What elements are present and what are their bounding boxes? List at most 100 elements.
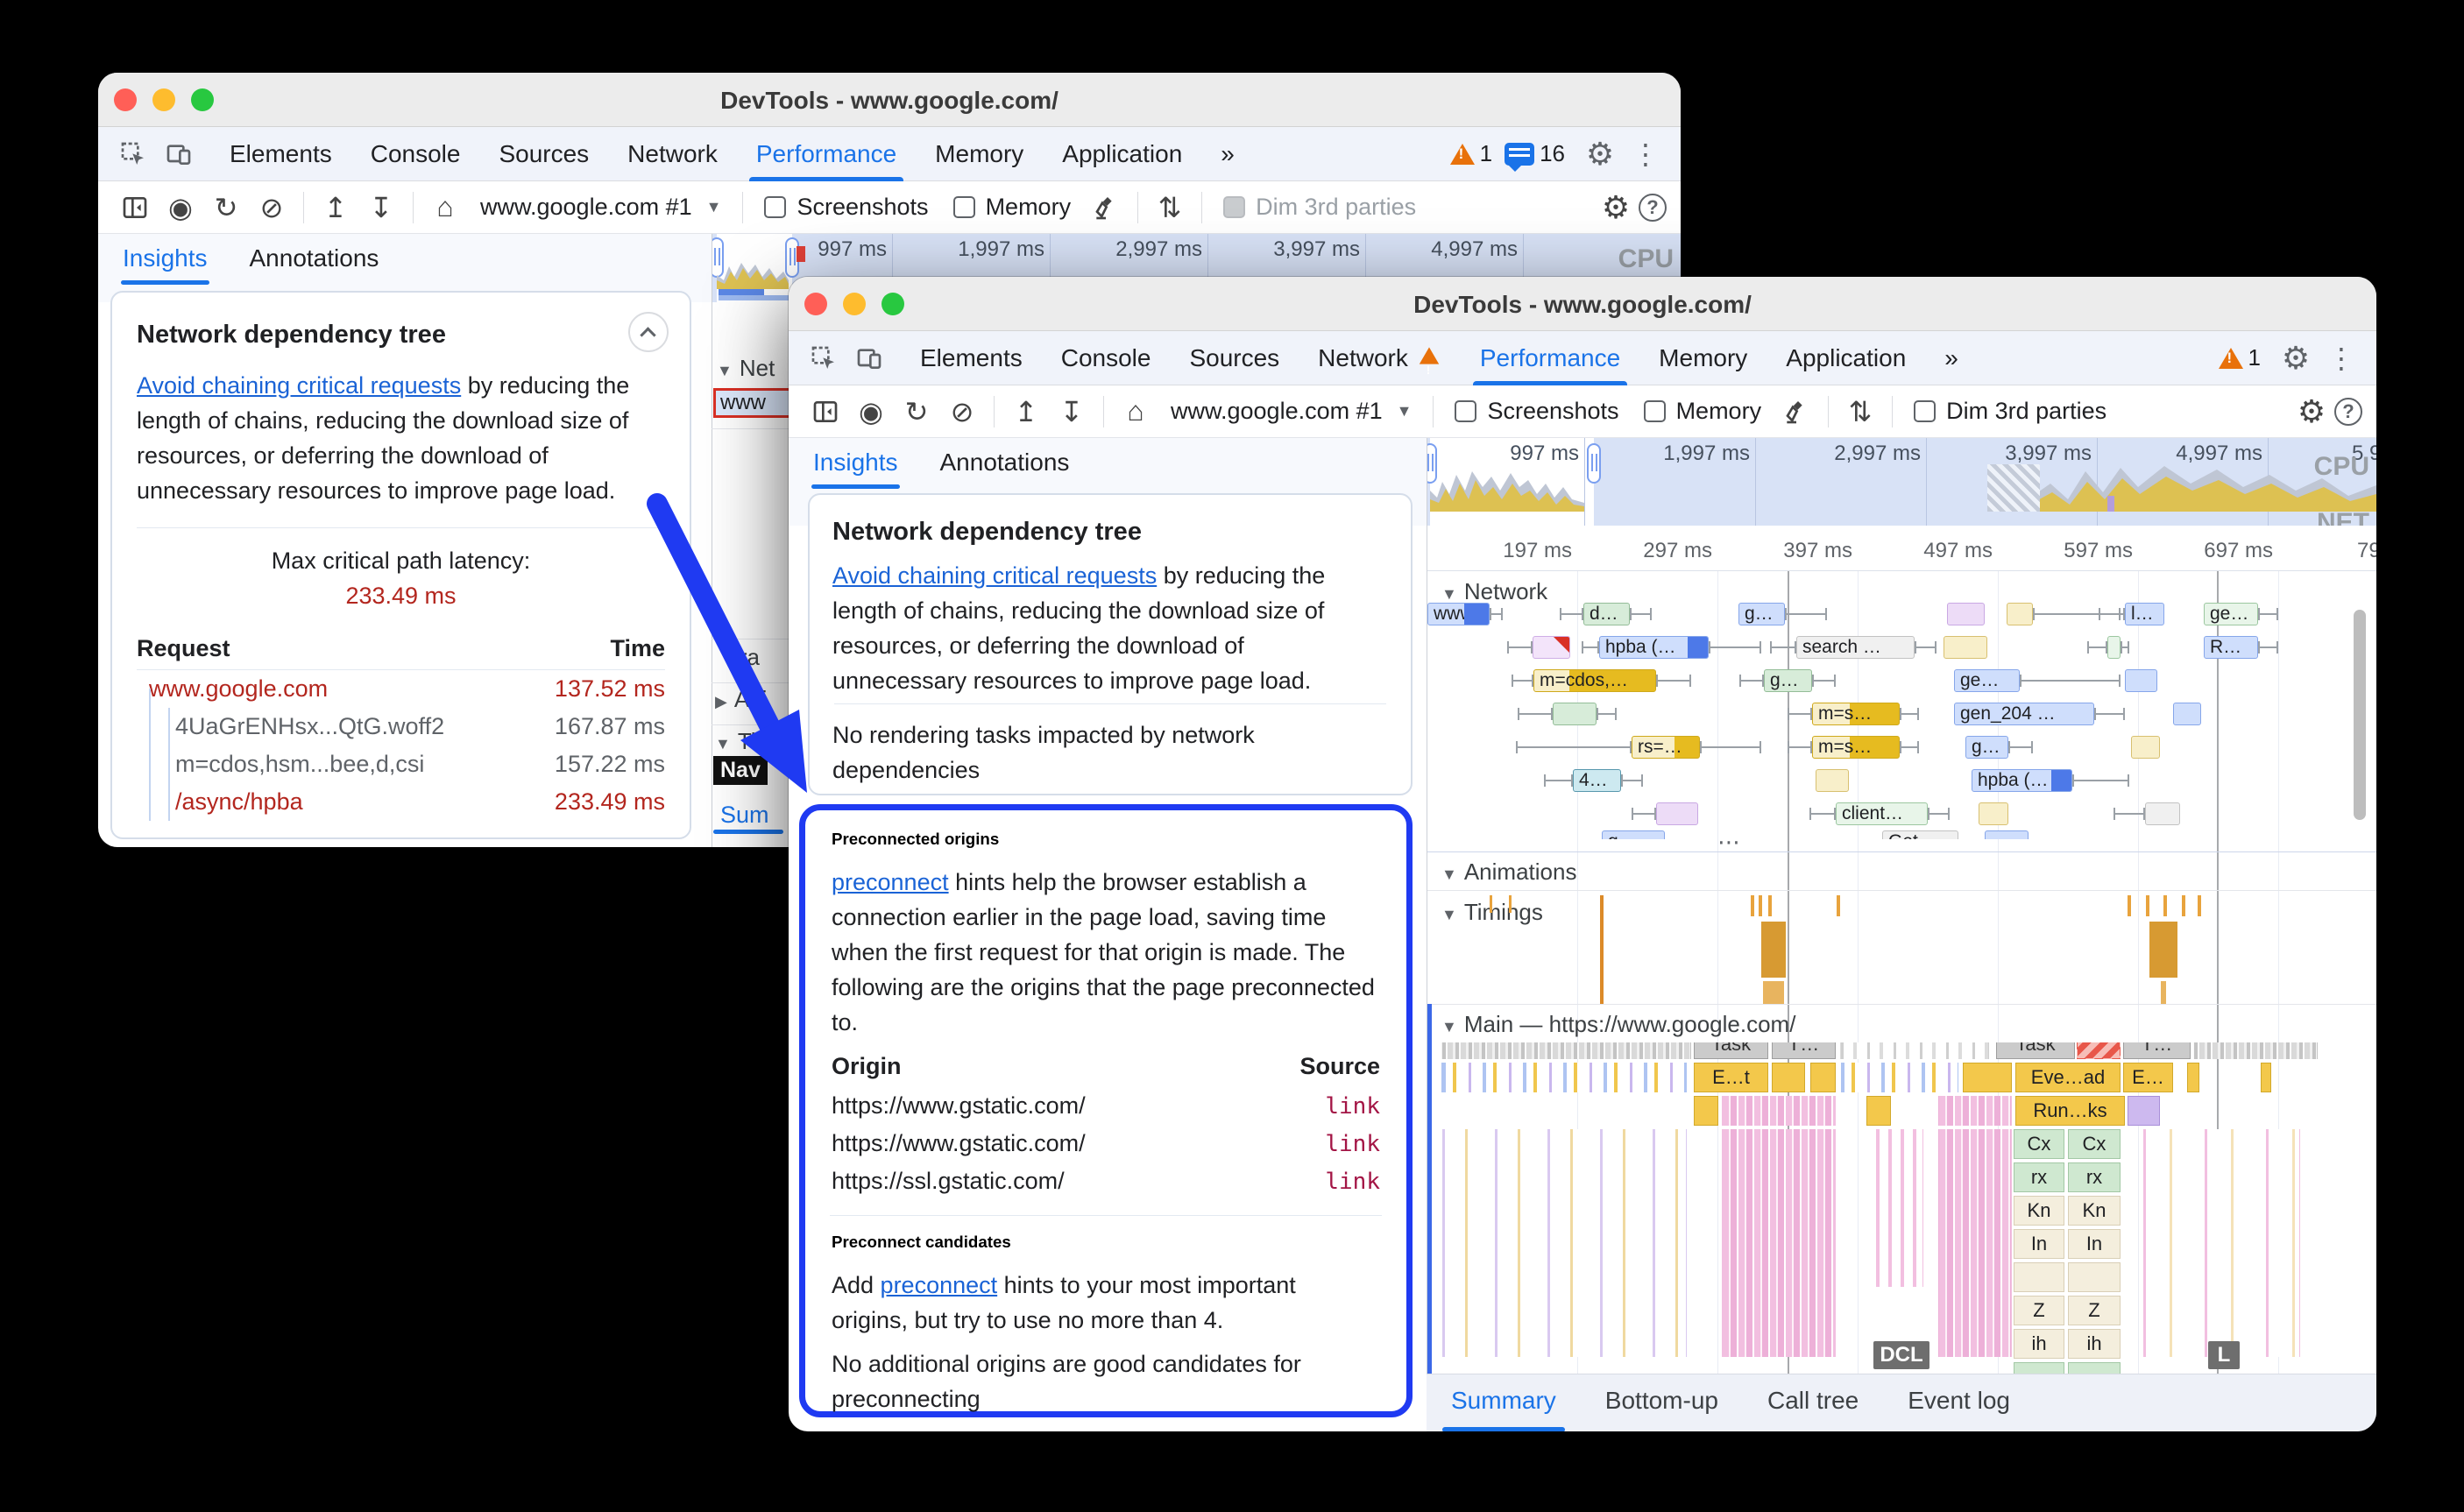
network-request-bar[interactable] <box>1533 636 1570 659</box>
main-flame-chart[interactable]: TaskT…TaskT…E…tEve…adE…Run…ksCxCxrxrxKnK… <box>1427 1042 2375 1375</box>
network-request-bar[interactable] <box>2131 736 2160 759</box>
kebab-menu-icon[interactable]: ⋮ <box>1626 135 1665 173</box>
network-track[interactable]: www.g…d…g…l…ge…hpba (…search …R…m=cdos,…… <box>1427 571 2375 839</box>
flame-block[interactable]: In <box>2014 1229 2064 1259</box>
bottom-tab-summary[interactable]: Summary <box>1448 1374 1560 1432</box>
sidebar-tab-insights[interactable]: Insights <box>811 443 900 489</box>
flame-block[interactable]: T… <box>1772 1042 1836 1059</box>
network-request-bar[interactable]: m=cdos,… <box>1533 669 1656 692</box>
help-icon[interactable]: ? <box>1639 194 1667 222</box>
network-request-bar[interactable] <box>2125 669 2157 692</box>
tab-memory[interactable]: Memory <box>1639 331 1767 385</box>
memory-checkbox[interactable]: Memory <box>953 194 1072 221</box>
vertical-scrollbar[interactable] <box>2354 610 2366 820</box>
flame-block[interactable]: Task <box>1694 1042 1768 1059</box>
network-request-bar[interactable]: ge… <box>1954 669 2020 692</box>
history-select[interactable]: www.google.com #1 ▼ <box>1158 398 1424 425</box>
flame-block[interactable]: Kn <box>2068 1196 2121 1226</box>
inspect-icon[interactable] <box>114 135 152 173</box>
network-request-bar[interactable]: m=s… <box>1812 736 1900 759</box>
tab-[interactable]: » <box>1925 331 1978 385</box>
flame-block[interactable]: Kn <box>2014 1196 2064 1226</box>
tab-network[interactable]: Network <box>1299 331 1461 385</box>
titlebar[interactable]: DevTools - www.google.com/ <box>98 73 1681 127</box>
flame-block[interactable] <box>2187 1063 2199 1092</box>
network-request-bar[interactable] <box>1816 769 1849 792</box>
sidebar-tab-annotations[interactable]: Annotations <box>938 443 1072 489</box>
flame-block[interactable] <box>2193 1042 2318 1059</box>
collapse-insight-button[interactable] <box>628 312 669 352</box>
flame-block[interactable] <box>1938 1096 2012 1126</box>
flame-block[interactable] <box>1840 1063 1958 1092</box>
request-row[interactable]: /async/hpba233.49 ms <box>137 783 665 821</box>
timeline-overview[interactable]: 997 ms1,997 ms2,997 ms3,997 ms4,997 ms5,… <box>1427 438 2376 526</box>
origin-source-link[interactable]: link <box>1325 1093 1380 1120</box>
record-icon[interactable]: ◉ <box>851 392 891 432</box>
upload-profile-icon[interactable]: ↥ <box>315 187 356 228</box>
flame-block[interactable] <box>1441 1129 1687 1357</box>
network-request-bar[interactable]: g… <box>1738 603 1785 625</box>
summary-tab[interactable]: Sum <box>720 802 769 829</box>
origin-source-link[interactable]: link <box>1325 1169 1380 1195</box>
network-request-bar[interactable]: search … <box>1796 636 1915 659</box>
flame-block[interactable]: Cx <box>2014 1129 2064 1159</box>
warning-icon[interactable] <box>1450 144 1475 165</box>
flame-block[interactable]: rx <box>2068 1162 2121 1192</box>
flame-block[interactable] <box>1722 1129 1836 1357</box>
network-request-bar[interactable] <box>1985 830 2029 839</box>
toggle-sidebar-icon[interactable] <box>805 392 846 432</box>
network-request-bar[interactable]: ge… <box>2204 603 2258 625</box>
request-row[interactable]: m=cdos,hsm...bee,d,csi157.22 ms <box>137 745 665 783</box>
screenshots-checkbox[interactable]: Screenshots <box>764 194 928 221</box>
flame-block[interactable] <box>1938 1129 2012 1357</box>
frames-track-label[interactable]: Fra <box>726 644 760 671</box>
network-request-bar[interactable] <box>1656 802 1698 825</box>
flame-block[interactable] <box>2128 1096 2160 1126</box>
tab-performance[interactable]: Performance <box>1461 331 1639 385</box>
flame-block[interactable]: Z <box>2014 1296 2064 1325</box>
flame-block[interactable]: Cx <box>2068 1129 2121 1159</box>
flame-block[interactable] <box>1866 1096 1891 1126</box>
tab-[interactable]: » <box>1201 127 1254 181</box>
flame-block[interactable] <box>1441 1042 1691 1059</box>
messages-icon[interactable] <box>1505 143 1534 166</box>
flame-block[interactable]: E…t <box>1694 1063 1768 1092</box>
network-request-bar[interactable]: g… <box>1965 736 2008 759</box>
network-request-bar[interactable] <box>2173 703 2201 725</box>
sidebar-tab-annotations[interactable]: Annotations <box>248 239 381 285</box>
avoid-chaining-link[interactable]: Avoid chaining critical requests <box>832 562 1157 589</box>
reload-icon[interactable]: ↻ <box>206 187 246 228</box>
flame-block[interactable] <box>2014 1262 2064 1292</box>
kebab-menu-icon[interactable]: ⋮ <box>2322 339 2361 378</box>
capture-settings-gear-icon[interactable]: ⚙ <box>1596 187 1636 228</box>
settings-gear-icon[interactable]: ⚙ <box>2276 339 2315 378</box>
history-select[interactable]: www.google.com #1 ▼ <box>468 194 733 221</box>
flame-block[interactable] <box>1840 1042 1989 1059</box>
tab-sources[interactable]: Sources <box>479 127 608 181</box>
network-request-bar[interactable] <box>1979 802 2008 825</box>
flame-block[interactable]: E… <box>2123 1063 2173 1092</box>
tab-application[interactable]: Application <box>1043 127 1201 181</box>
network-request-bar[interactable]: g… <box>1764 669 1812 692</box>
inspect-icon[interactable] <box>804 339 843 378</box>
network-request-bar[interactable]: R… <box>2204 636 2258 659</box>
tab-network[interactable]: Network <box>608 127 737 181</box>
flame-block[interactable] <box>1810 1063 1836 1092</box>
settings-gear-icon[interactable]: ⚙ <box>1581 135 1619 173</box>
main-track-label[interactable]: Main — https://www.google.com/ <box>1464 1011 1796 1037</box>
flame-block[interactable]: rx <box>2014 1162 2064 1192</box>
upload-profile-icon[interactable]: ↥ <box>1006 392 1046 432</box>
network-request-bar[interactable] <box>1553 703 1597 725</box>
collapse-triangle-icon[interactable]: ▼ <box>717 362 733 379</box>
network-request-bar[interactable]: Get… <box>1882 830 1958 839</box>
capture-settings-gear-icon[interactable]: ⚙ <box>2291 392 2332 432</box>
request-row[interactable]: www.google.com137.52 ms <box>137 670 665 708</box>
tab-performance[interactable]: Performance <box>737 127 916 181</box>
home-icon[interactable]: ⌂ <box>1115 392 1156 432</box>
flame-block[interactable] <box>2261 1063 2271 1092</box>
sidebar-tab-insights[interactable]: Insights <box>121 239 209 285</box>
memory-checkbox[interactable]: Memory <box>1644 398 1762 425</box>
garbage-collect-icon[interactable] <box>1086 187 1126 228</box>
tab-console[interactable]: Console <box>351 127 480 181</box>
preconnect-link[interactable]: preconnect <box>881 1272 998 1298</box>
